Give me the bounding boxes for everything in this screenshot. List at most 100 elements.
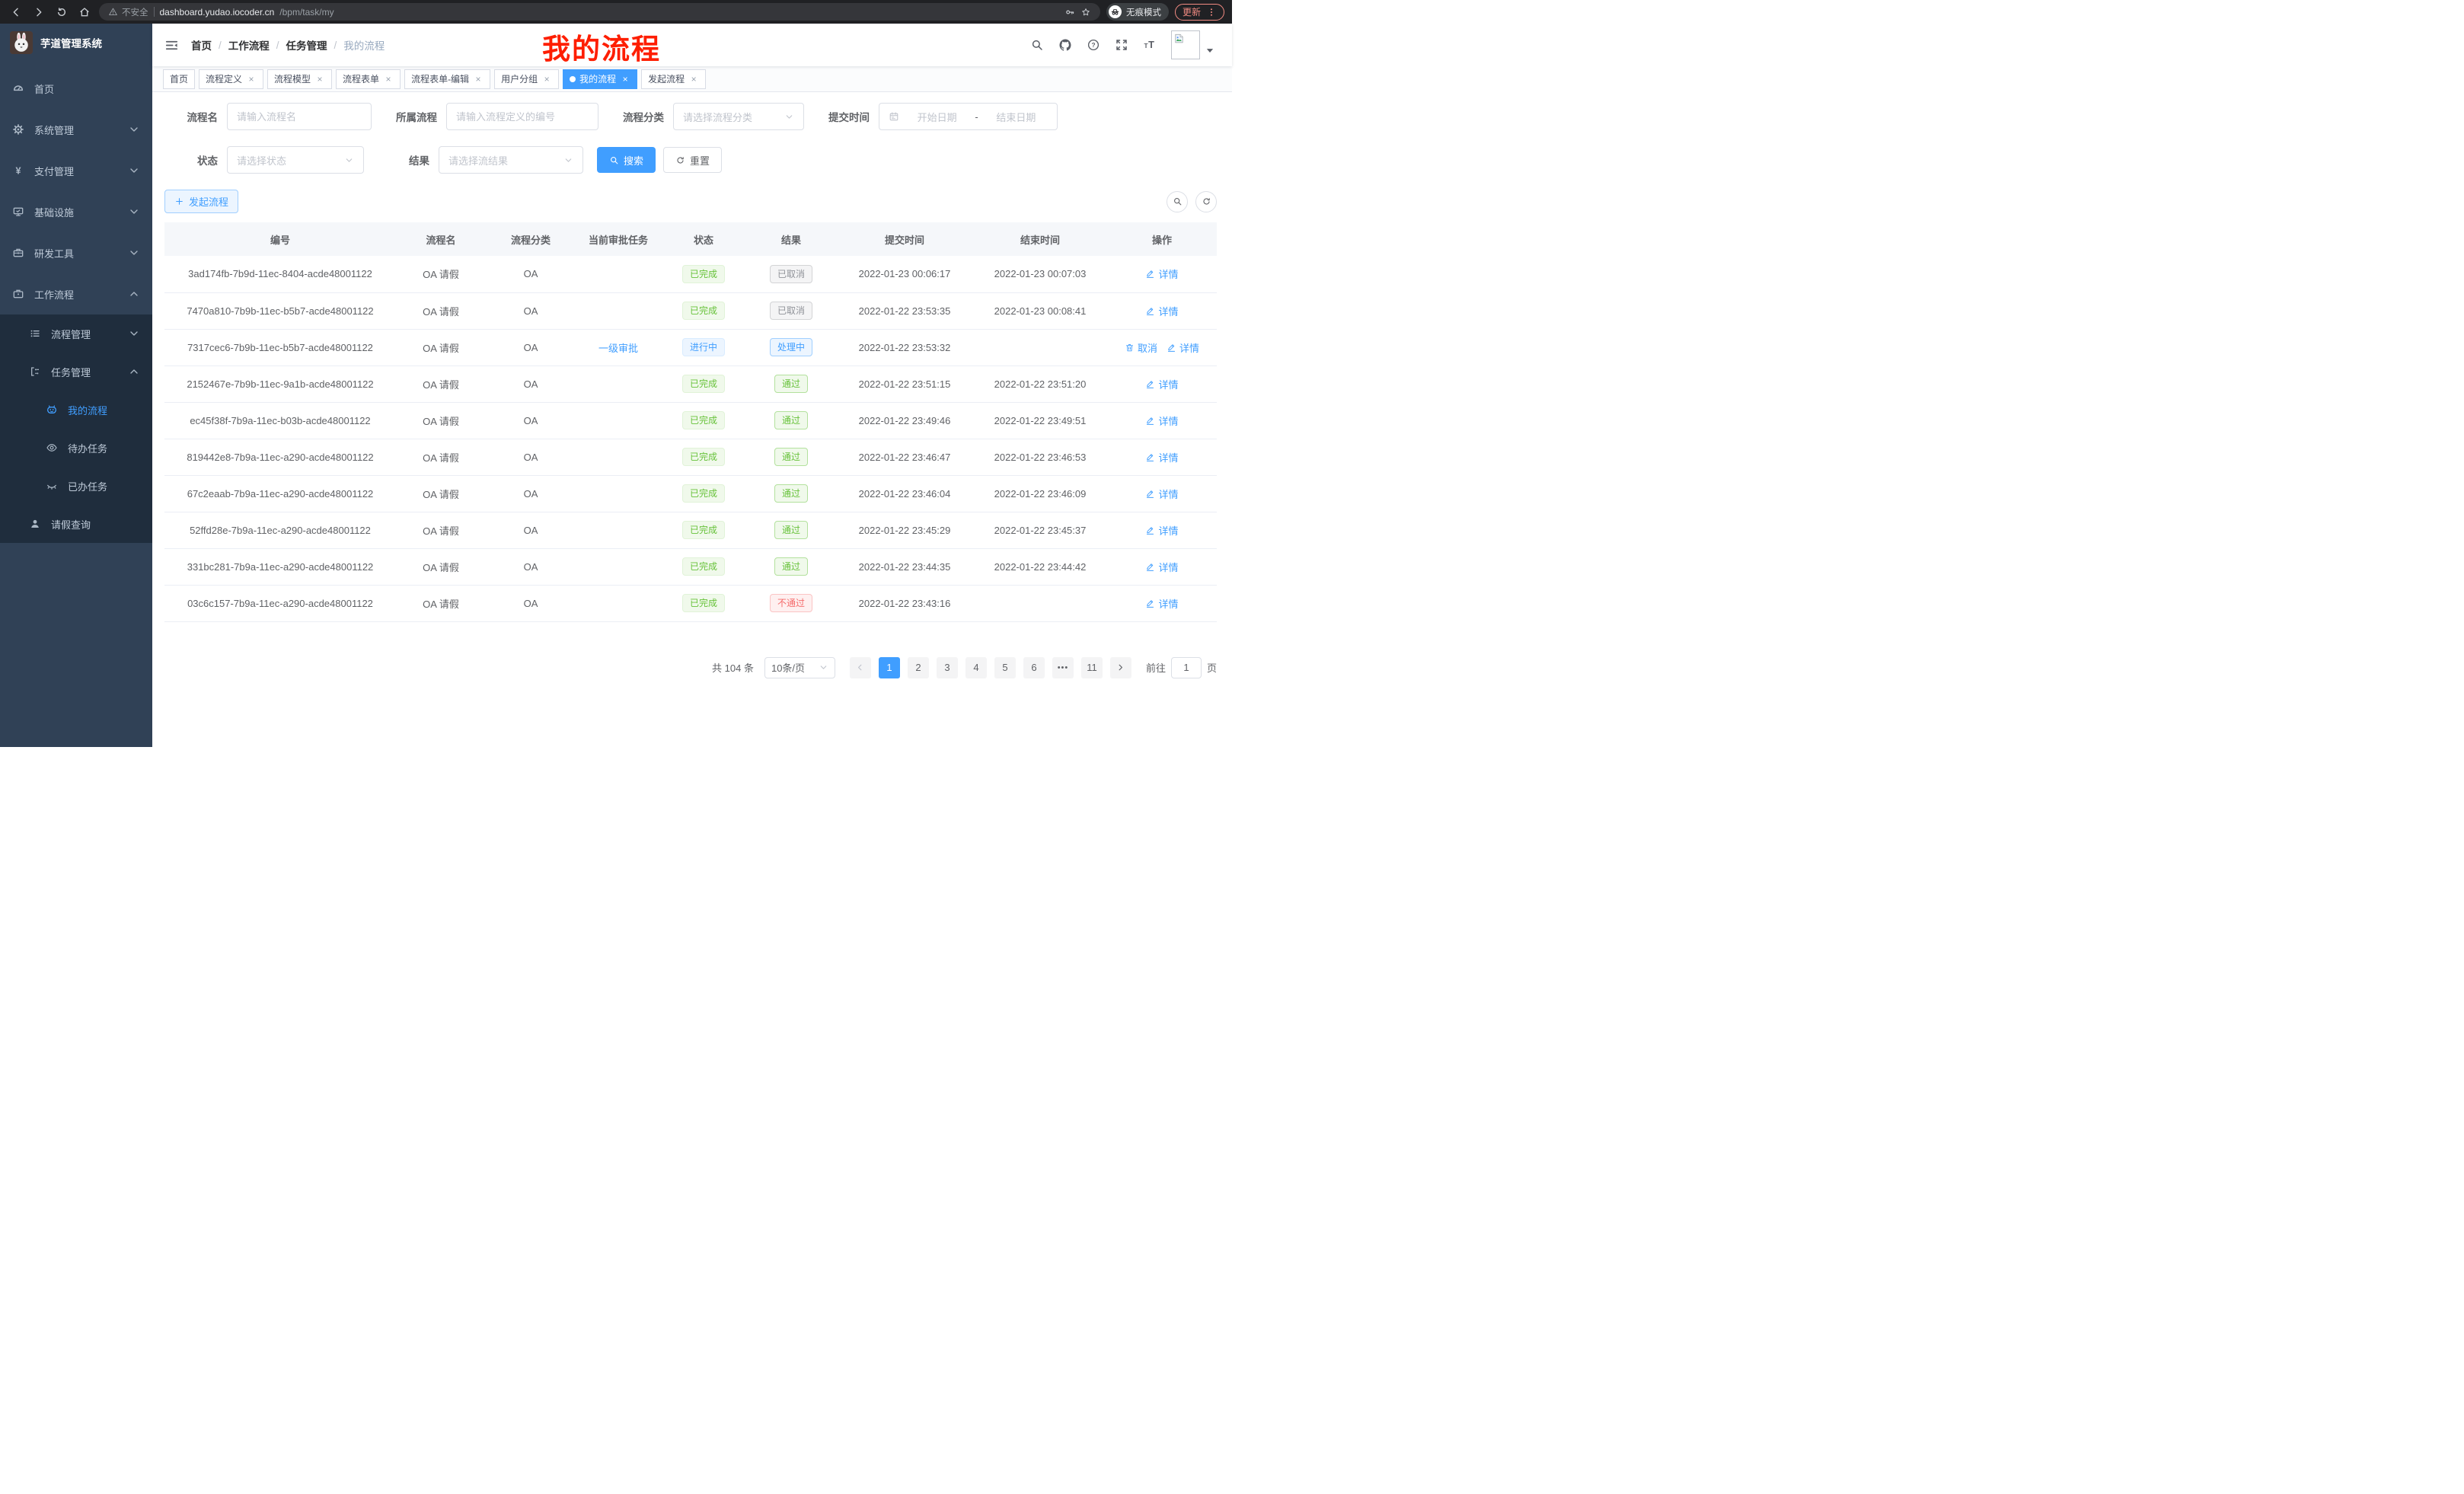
cell-status: 已完成 [661,439,746,475]
tab-my-process[interactable]: 我的流程× [563,69,637,89]
search-button[interactable]: 搜索 [597,147,656,173]
sidebar-item-leave-query[interactable]: 请假查询 [0,505,152,543]
page-button-11[interactable]: 11 [1081,657,1103,678]
goto-page-input[interactable] [1171,657,1202,678]
detail-link[interactable]: 详情 [1145,560,1178,574]
detail-link[interactable]: 详情 [1145,487,1178,501]
edit-icon [1167,343,1176,353]
reset-button[interactable]: 重置 [663,147,722,173]
toggle-search-button[interactable] [1167,191,1188,212]
close-icon[interactable]: × [314,74,325,85]
detail-link[interactable]: 详情 [1145,377,1178,391]
sidebar-item-home[interactable]: 首页 [0,68,152,109]
breadcrumb-item[interactable]: 任务管理 [286,37,327,53]
breadcrumb-item[interactable]: 工作流程 [228,37,270,53]
prev-page-button[interactable] [850,657,871,678]
more-pages-button[interactable]: ••• [1052,657,1074,678]
sidebar-item-process-management[interactable]: 流程管理 [0,314,152,353]
page-button-1[interactable]: 1 [879,657,900,678]
sidebar-item-done-tasks[interactable]: 已办任务 [0,467,152,505]
close-icon[interactable]: × [246,74,257,85]
tab-start-process[interactable]: 发起流程× [641,69,706,89]
page-button-6[interactable]: 6 [1023,657,1045,678]
submit-time-range-picker[interactable]: 开始日期 - 结束日期 [879,103,1058,130]
sidebar-item-todo-tasks[interactable]: 待办任务 [0,429,152,467]
sidebar-toggle-button[interactable] [164,38,179,53]
detail-link[interactable]: 详情 [1145,304,1178,318]
process-category-select[interactable]: 请选择流程分类 [673,103,804,130]
tab-user-group[interactable]: 用户分组× [494,69,559,89]
next-page-button[interactable] [1110,657,1131,678]
browser-back-button[interactable] [8,4,24,21]
tab-process-form-edit[interactable]: 流程表单-编辑× [404,69,490,89]
font-size-icon[interactable] [1143,38,1157,52]
detail-link[interactable]: 详情 [1145,596,1178,611]
refresh-icon [1202,196,1211,206]
start-process-button[interactable]: 发起流程 [164,190,238,213]
user-avatar-menu[interactable] [1171,30,1217,59]
close-icon[interactable]: × [383,74,394,85]
detail-link[interactable]: 详情 [1167,340,1199,355]
status-select[interactable]: 请选择状态 [227,146,364,174]
cell-submit-time: 2022-01-23 00:06:17 [836,256,973,292]
current-task-link[interactable]: 一级审批 [598,343,638,354]
fullscreen-icon[interactable] [1115,38,1128,52]
cell-name: OA 请假 [396,256,486,292]
page-button-4[interactable]: 4 [965,657,987,678]
browser-update-menu-button[interactable]: 更新 [1175,4,1224,21]
detail-link[interactable]: 详情 [1145,267,1178,281]
tab-process-form[interactable]: 流程表单× [336,69,401,89]
app-logo-row[interactable]: 芋道管理系统 [0,24,152,62]
key-icon[interactable] [1064,7,1075,18]
detail-link[interactable]: 详情 [1145,523,1178,538]
close-icon[interactable]: × [541,74,552,85]
browser-forward-button[interactable] [30,4,47,21]
page-button-2[interactable]: 2 [908,657,929,678]
result-badge: 不通过 [770,594,812,612]
process-name-input[interactable] [227,103,372,130]
sidebar-item-task-management[interactable]: 任务管理 [0,353,152,391]
tab-process-model[interactable]: 流程模型× [267,69,332,89]
close-icon[interactable]: × [473,74,484,85]
col-result: 结果 [746,222,836,256]
detail-link[interactable]: 详情 [1145,450,1178,464]
tab-process-definition[interactable]: 流程定义× [199,69,263,89]
cancel-link[interactable]: 取消 [1125,340,1157,355]
security-indicator[interactable]: 不安全 [108,6,148,18]
breadcrumb-item[interactable]: 首页 [191,37,212,53]
detail-link[interactable]: 详情 [1145,413,1178,428]
top-navbar: 首页 / 工作流程 / 任务管理 / 我的流程 我的流程 [152,24,1232,66]
cell-id: 7470a810-7b9b-11ec-b5b7-acde48001122 [164,292,396,329]
sidebar-item-payment[interactable]: 支付管理 [0,150,152,191]
browser-home-button[interactable] [76,4,93,21]
browser-reload-button[interactable] [53,4,70,21]
sidebar-item-system[interactable]: 系统管理 [0,109,152,150]
cell-name: OA 请假 [396,292,486,329]
search-icon[interactable] [1030,38,1044,52]
cell-end-time: 2022-01-22 23:44:42 [973,548,1107,585]
active-dot [570,76,576,82]
tab-home[interactable]: 首页 [163,69,195,89]
result-select[interactable]: 请选择流结果 [439,146,583,174]
magnifier-icon [1173,196,1183,206]
star-bookmark-icon[interactable] [1080,7,1091,18]
sidebar-item-my-process[interactable]: 我的流程 [0,391,152,429]
sidebar-item-workflow[interactable]: 工作流程 [0,273,152,314]
address-bar[interactable]: 不安全 dashboard.yudao.iocoder.cn/bpm/task/… [99,3,1100,21]
cell-actions: 详情 [1107,292,1217,329]
page-size-select[interactable]: 10条/页 [764,657,835,678]
sidebar-item-devtools[interactable]: 研发工具 [0,232,152,273]
dashboard-icon [12,82,24,94]
process-definition-input[interactable] [446,103,598,130]
github-icon[interactable] [1058,38,1072,52]
sidebar-item-infrastructure[interactable]: 基础设施 [0,191,152,232]
tree-icon [29,366,41,378]
help-icon[interactable] [1087,38,1100,52]
cell-task [576,256,661,292]
close-icon[interactable]: × [620,74,630,85]
navbar-actions [1030,30,1217,59]
page-button-5[interactable]: 5 [994,657,1016,678]
page-button-3[interactable]: 3 [937,657,958,678]
refresh-table-button[interactable] [1195,191,1217,212]
close-icon[interactable]: × [688,74,699,85]
